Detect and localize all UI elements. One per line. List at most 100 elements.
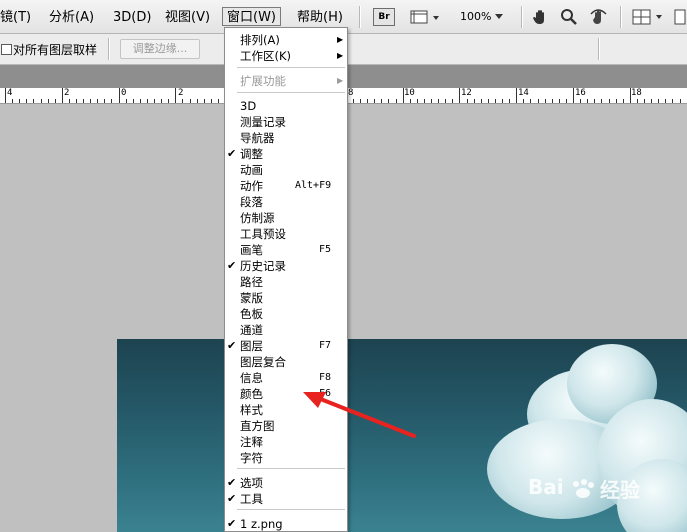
bridge-label: Br (378, 12, 390, 22)
ruler-tick (573, 88, 574, 103)
ruler-label: 10 (404, 88, 415, 98)
ruler-tick (353, 99, 354, 103)
window-menu-item[interactable]: ✔ 选项 (225, 475, 347, 491)
ruler-tick (452, 99, 453, 103)
ruler-tick (41, 99, 42, 103)
zoom-level-dropdown[interactable]: 100% (460, 8, 520, 26)
window-menu-item[interactable]: 画笔 F5 (225, 242, 347, 258)
ruler-label: 12 (461, 88, 472, 98)
window-menu-item[interactable]: ✔ 1 z.png (225, 516, 347, 531)
menu-item-label: 测量记录 (240, 115, 286, 129)
menu-window[interactable]: 窗口(W) (222, 7, 281, 26)
ruler-tick (580, 99, 581, 103)
menu-separator (237, 67, 345, 68)
ruler-tick (12, 99, 13, 103)
window-menu-item[interactable]: 路径 (225, 274, 347, 290)
refine-edge-button[interactable]: 调整边缘... (120, 39, 200, 59)
window-menu-item[interactable]: 蒙版 (225, 290, 347, 306)
ruler-tick (69, 99, 70, 103)
window-menu-item[interactable]: 动作 Alt+F9 (225, 178, 347, 194)
screen-mode-button[interactable] (673, 8, 687, 26)
window-menu-item[interactable]: 字符 (225, 450, 347, 466)
sample-all-layers-checkbox[interactable] (1, 44, 12, 55)
menu-item-shortcut: Alt+F9 (295, 180, 332, 191)
ruler-tick (190, 99, 191, 103)
ruler-tick (19, 99, 20, 103)
window-menu-item[interactable]: 样式 (225, 402, 347, 418)
ruler-tick (481, 99, 482, 103)
menu-item-label: 动画 (240, 163, 263, 177)
window-menu-item[interactable]: 通道 (225, 322, 347, 338)
ruler-label: 0 (121, 88, 127, 98)
window-menu-item[interactable]: ✔ 工具 (225, 491, 347, 507)
menu-item-label: 颜色 (240, 387, 263, 401)
window-menu-item[interactable]: 段落 (225, 194, 347, 210)
magnifier-icon (561, 9, 577, 25)
window-menu-item[interactable]: 导航器 (225, 130, 347, 146)
ruler-tick (594, 99, 595, 103)
menu-item-label: 蒙版 (240, 291, 263, 305)
menu-item-label: 工作区(K) (240, 49, 292, 63)
window-menu-item[interactable]: 工具预设 (225, 226, 347, 242)
ruler-tick (609, 99, 610, 103)
window-menu-item[interactable]: 颜色 F6 (225, 386, 347, 402)
checkmark-icon: ✔ (227, 517, 237, 530)
ruler-tick (76, 99, 77, 103)
window-menu-item[interactable]: 排列(A) ▶ (225, 32, 347, 48)
ruler-tick (637, 99, 638, 103)
menu-item-label: 动作 (240, 179, 263, 193)
menu-view[interactable]: 视图(V) (165, 8, 210, 27)
hand-tool-button[interactable] (531, 8, 551, 26)
menu-item-label: 图层 (240, 339, 263, 353)
ruler-label: 4 (7, 88, 13, 98)
window-menu-item[interactable]: 动画 (225, 162, 347, 178)
window-menu-item[interactable]: 工作区(K) ▶ (225, 48, 347, 64)
menu-item-label: 工具预设 (240, 227, 286, 241)
window-menu-item[interactable]: 注释 (225, 434, 347, 450)
bridge-button[interactable]: Br (373, 8, 395, 26)
ruler-tick (431, 99, 432, 103)
menu-separator (237, 468, 345, 469)
menu-item-label: 信息 (240, 371, 263, 385)
window-menu-item[interactable]: 色板 (225, 306, 347, 322)
window-menu-item[interactable]: 3D (225, 98, 347, 114)
window-menu-item[interactable]: ✔ 历史记录 (225, 258, 347, 274)
arrange-documents-button[interactable] (631, 8, 669, 26)
menu-item-shortcut: F5 (319, 244, 332, 255)
zoom-tool-button[interactable] (559, 8, 579, 26)
ruler-tick (488, 99, 489, 103)
window-menu-dropdown: 排列(A) ▶ 工作区(K) ▶ 扩展功能 ▶ 3D 测量记录 导航器 ✔ 调整 动画 动作 Alt+F9… (224, 27, 348, 532)
rotate-view-button[interactable] (588, 8, 610, 26)
menu-item-label: 排列(A) (240, 33, 280, 47)
ruler-tick (474, 99, 475, 103)
ruler-tick (133, 99, 134, 103)
watermark-text: 经验 (600, 478, 640, 502)
window-menu-item[interactable]: 图层复合 (225, 354, 347, 370)
window-menu-item[interactable]: ✔ 调整 (225, 146, 347, 162)
ruler-tick (367, 99, 368, 103)
menubar-divider (359, 6, 361, 28)
window-menu-item[interactable]: 测量记录 (225, 114, 347, 130)
window-menu-item[interactable]: 信息 F8 (225, 370, 347, 386)
menu-filter[interactable]: 镜(T) (0, 8, 31, 27)
ruler-tick (410, 99, 411, 103)
view-extras-button[interactable] (409, 8, 443, 26)
menu-3d[interactable]: 3D(D) (113, 8, 151, 27)
submenu-arrow-icon: ▶ (337, 35, 344, 44)
ruler-tick (445, 99, 446, 103)
ruler-tick (182, 99, 183, 103)
ruler-tick (424, 99, 425, 103)
ruler-tick (467, 99, 468, 103)
ruler-tick (140, 99, 141, 103)
window-menu-item[interactable]: 直方图 (225, 418, 347, 434)
menu-item-label: 调整 (240, 147, 263, 161)
window-menu-item[interactable]: 仿制源 (225, 210, 347, 226)
baidu-logo: Bai 经验 (528, 470, 678, 504)
submenu-arrow-icon: ▶ (337, 51, 344, 60)
window-menu-item[interactable]: ✔ 图层 F7 (225, 338, 347, 354)
menu-analysis[interactable]: 分析(A) (49, 8, 94, 27)
menu-help[interactable]: 帮助(H) (297, 8, 343, 27)
menu-separator (237, 509, 345, 510)
ruler-tick (83, 99, 84, 103)
ruler-tick (509, 99, 510, 103)
